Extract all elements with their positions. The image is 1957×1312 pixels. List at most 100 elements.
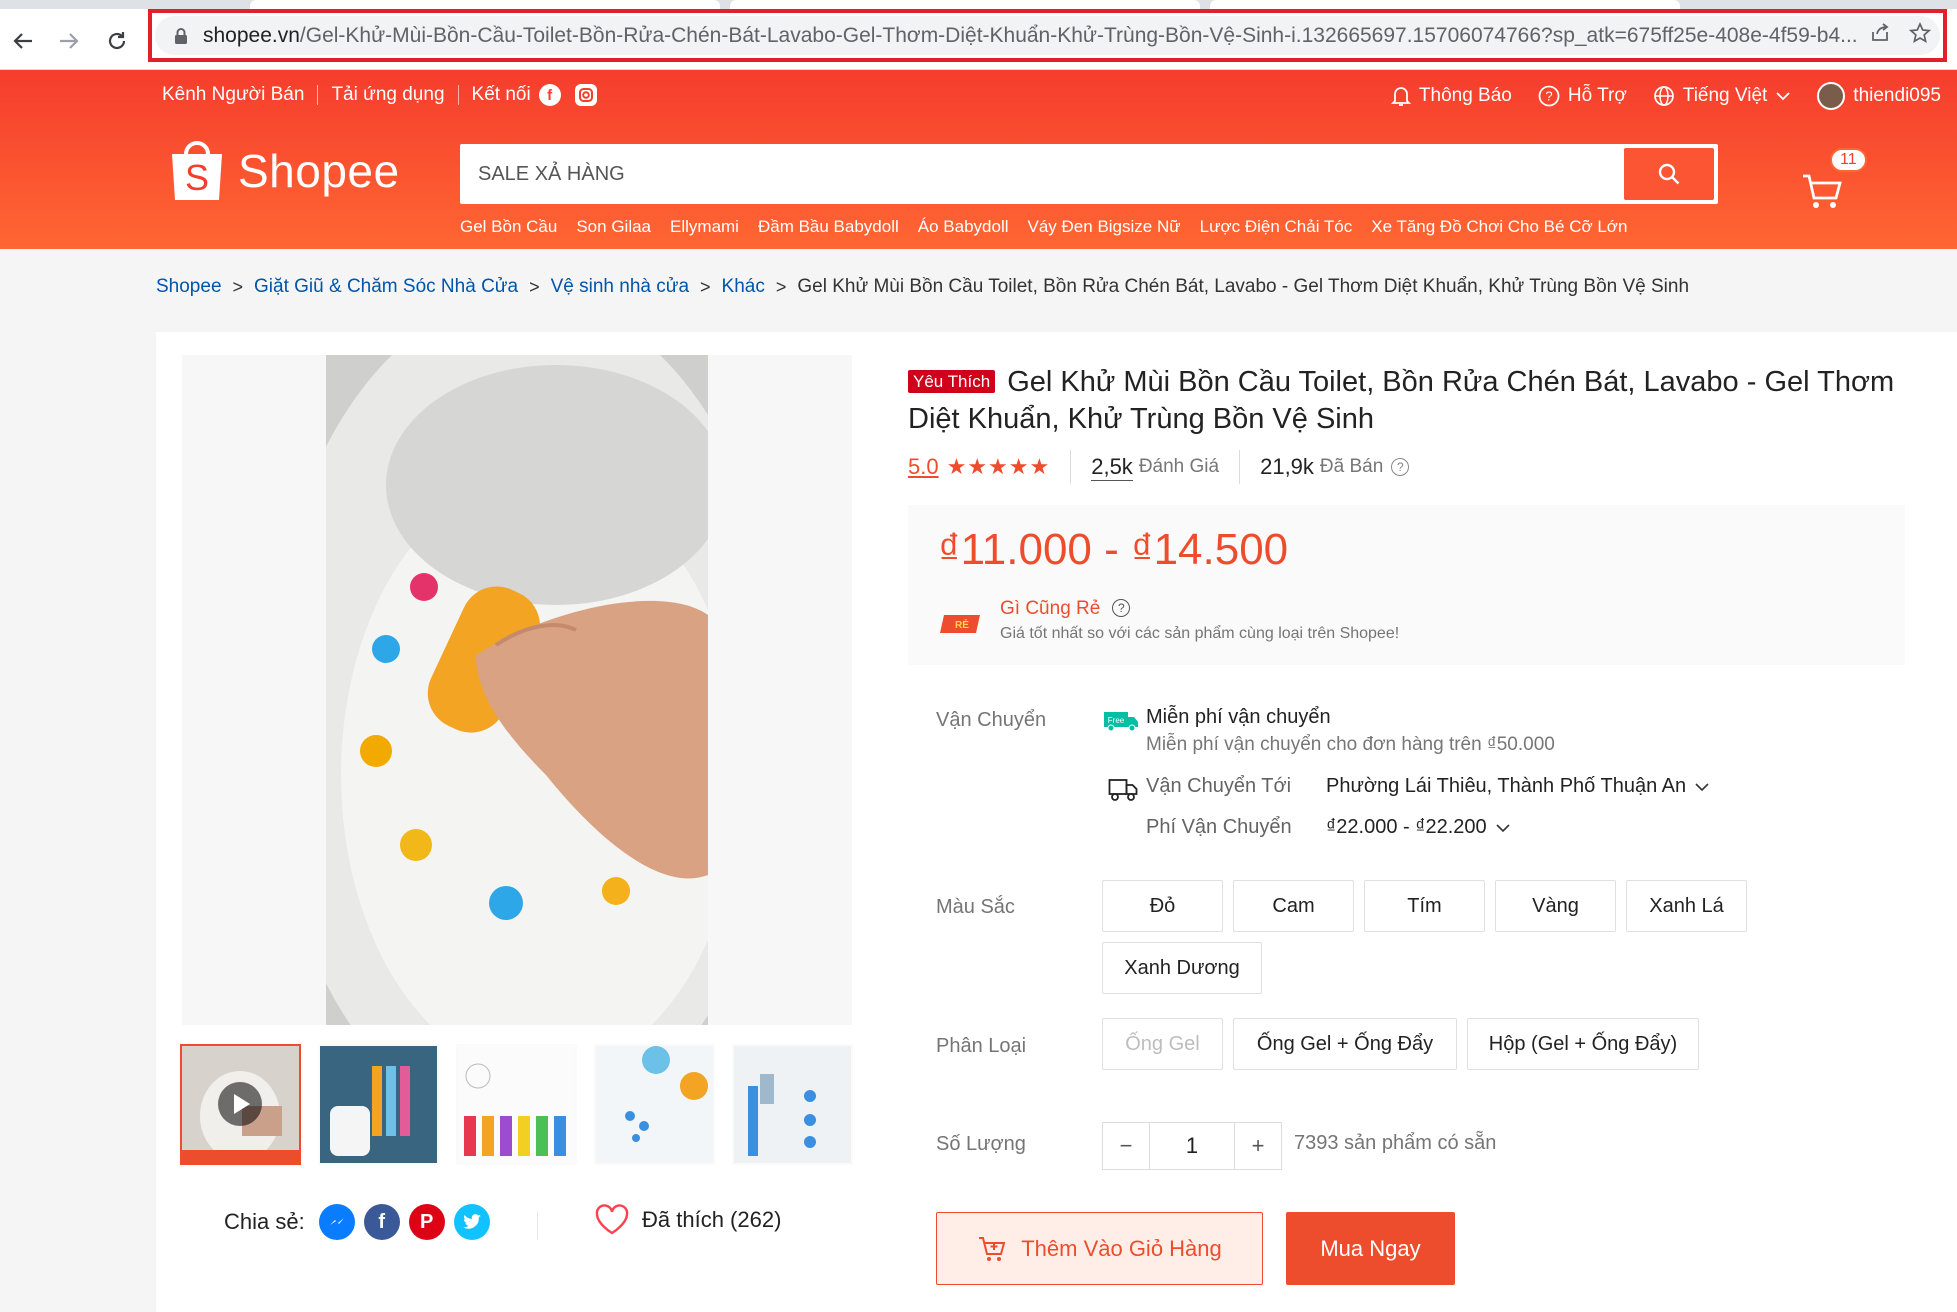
help-icon[interactable]: ? <box>1391 458 1410 476</box>
color-option[interactable]: Vàng <box>1495 880 1616 932</box>
shipping-fee-value: ₫22.000 - ₫22.200 <box>1326 816 1487 838</box>
shipping-fee-selector[interactable]: ₫22.000 - ₫22.200 <box>1326 816 1511 839</box>
instagram-icon[interactable] <box>574 84 597 106</box>
thumbnail-image <box>182 1046 299 1163</box>
decrease-quantity-button[interactable]: − <box>1103 1123 1149 1169</box>
shopee-logo[interactable]: S Shopee <box>168 138 400 204</box>
keyword-link[interactable]: Xe Tăng Đồ Chơi Cho Bé Cỡ Lớn <box>1371 217 1627 237</box>
color-options: Đỏ Cam Tím Vàng Xanh Lá Xanh Dương <box>1102 880 1802 1004</box>
add-to-cart-label: Thêm Vào Giỏ Hàng <box>1021 1235 1222 1261</box>
search-button[interactable] <box>1624 148 1714 200</box>
thumbnail[interactable] <box>732 1044 853 1165</box>
twitter-icon[interactable] <box>453 1204 490 1240</box>
divider <box>457 85 459 105</box>
color-option[interactable]: Xanh Lá <box>1626 880 1747 932</box>
add-cart-icon <box>977 1235 1007 1263</box>
cheap-badge-icon: RẺ <box>940 615 980 633</box>
product-title: Gel Khử Mùi Bồn Cầu Toilet, Bồn Rửa Chén… <box>908 366 1895 435</box>
buy-now-button[interactable]: Mua Ngay <box>1286 1212 1455 1285</box>
thumbnail[interactable] <box>456 1044 577 1165</box>
language-label: Tiếng Việt <box>1682 85 1768 106</box>
product-title-block: Yêu Thích Gel Khử Mùi Bồn Cầu Toilet, Bồn… <box>908 364 1908 438</box>
breadcrumb-link[interactable]: Khác <box>722 276 765 298</box>
breadcrumb-link[interactable]: Vệ sinh nhà cửa <box>551 276 689 298</box>
keyword-link[interactable]: Gel Bồn Cầu <box>460 217 557 237</box>
language-selector[interactable]: Tiếng Việt <box>1653 85 1792 107</box>
shipping-label: Vận Chuyển <box>936 709 1047 731</box>
color-option[interactable]: Đỏ <box>1102 880 1223 932</box>
like-button[interactable]: Đã thích (262) <box>594 1204 781 1236</box>
cheap-promo-subtitle: Giá tốt nhất so với các sản phẩm cùng lo… <box>1000 625 1400 642</box>
search-icon <box>1658 163 1680 185</box>
search-bar: SALE XẢ HÀNG <box>460 144 1718 204</box>
username: thiendi095 <box>1853 85 1941 106</box>
notifications-label: Thông Báo <box>1418 85 1512 106</box>
back-button[interactable] <box>6 24 40 58</box>
cart-button[interactable]: 11 <box>1800 148 1867 218</box>
color-option[interactable]: Xanh Dương <box>1102 942 1262 994</box>
address-bar[interactable]: shopee.vn/Gel-Khử-Mùi-Bồn-Cầu-Toilet-Bồn… <box>148 9 1947 62</box>
browser-tab[interactable] <box>1210 0 1680 9</box>
color-option[interactable]: Tím <box>1364 880 1485 932</box>
thumbnail[interactable] <box>594 1044 715 1165</box>
seller-center-link[interactable]: Kênh Người Bán <box>162 84 304 106</box>
notifications-link[interactable]: Thông Báo <box>1390 85 1512 107</box>
variant-label: Phân Loại <box>936 1035 1027 1057</box>
rating-stars-icon: ★★★★★ <box>946 454 1051 479</box>
top-nav-right: Thông Báo ? Hỗ Trợ Tiếng Việt thiendi095 <box>1365 82 1941 110</box>
product-main-image[interactable] <box>182 355 852 1025</box>
browser-chrome: shopee.vn/Gel-Khử-Mùi-Bồn-Cầu-Toilet-Bồn… <box>0 0 1957 70</box>
quantity-stepper: − 1 + <box>1102 1122 1282 1170</box>
variant-option[interactable]: Hộp (Gel + Ống Đẩy) <box>1467 1018 1699 1070</box>
reload-button[interactable] <box>100 24 134 58</box>
free-shipping-subtitle: Miễn phí vận chuyển cho đơn hàng trên ₫5… <box>1146 734 1555 755</box>
keyword-link[interactable]: Lược Điện Chải Tóc <box>1200 217 1353 237</box>
bookmark-button[interactable] <box>1900 21 1940 50</box>
facebook-icon[interactable]: f <box>538 84 561 106</box>
sold-label: Đã Bán <box>1319 456 1384 477</box>
messenger-icon[interactable] <box>318 1204 355 1240</box>
chevron-down-icon <box>1495 823 1511 833</box>
add-to-cart-button[interactable]: Thêm Vào Giỏ Hàng <box>936 1212 1263 1285</box>
increase-quantity-button[interactable]: + <box>1235 1123 1281 1169</box>
color-option[interactable]: Cam <box>1233 880 1354 932</box>
chevron-down-icon <box>1694 782 1710 792</box>
ship-to-selector[interactable]: Phường Lái Thiêu, Thành Phố Thuận An <box>1326 775 1710 798</box>
price-range: ₫11.000 - ₫14.500 <box>938 525 1289 574</box>
url-host: shopee.vn <box>203 23 300 47</box>
keyword-link[interactable]: Son Gilaa <box>576 217 651 237</box>
browser-tab[interactable] <box>730 0 1200 9</box>
breadcrumb-link[interactable]: Giặt Giũ & Chăm Sóc Nhà Cửa <box>254 276 518 298</box>
product-photo <box>326 355 708 1025</box>
url-text[interactable]: shopee.vn/Gel-Khử-Mùi-Bồn-Cầu-Toilet-Bồn… <box>203 24 1860 48</box>
shopee-bag-icon: S <box>172 141 222 200</box>
browser-tab[interactable] <box>250 0 720 9</box>
suggested-keywords: Gel Bồn Cầu Son Gilaa Ellymami Đầm Bầu B… <box>460 217 1646 237</box>
stock-available: 7393 sản phẩm có sẵn <box>1294 1132 1497 1154</box>
chevron-right-icon: > <box>529 276 540 297</box>
download-app-link[interactable]: Tải ứng dụng <box>331 84 444 106</box>
share-bar: Chia sẻ: f P <box>224 1204 490 1240</box>
share-page-button[interactable] <box>1860 22 1900 50</box>
search-input[interactable]: SALE XẢ HÀNG <box>478 144 1578 204</box>
breadcrumb-link[interactable]: Shopee <box>156 276 222 298</box>
reviews-count[interactable]: 2,5k <box>1091 454 1133 481</box>
variant-option[interactable]: Ống Gel + Ống Đẩy <box>1233 1018 1457 1070</box>
help-icon[interactable]: ? <box>1112 599 1131 617</box>
pinterest-icon[interactable]: P <box>408 1204 445 1240</box>
thumbnail[interactable] <box>318 1044 439 1165</box>
share-label: Chia sẻ: <box>224 1209 305 1234</box>
forward-button[interactable] <box>52 24 86 58</box>
support-link[interactable]: ? Hỗ Trợ <box>1538 85 1627 107</box>
keyword-link[interactable]: Áo Babydoll <box>918 217 1009 237</box>
price-box: ₫11.000 - ₫14.500 RẺ Gì Cũng Rẻ? Giá tốt… <box>908 505 1905 665</box>
keyword-link[interactable]: Ellymami <box>670 217 739 237</box>
keyword-link[interactable]: Đầm Bầu Babydoll <box>758 217 899 237</box>
user-account[interactable]: thiendi095 <box>1817 82 1941 110</box>
rating-value[interactable]: 5.0 <box>908 454 939 480</box>
facebook-share-icon[interactable]: f <box>363 1204 400 1240</box>
keyword-link[interactable]: Váy Đen Bigsize Nữ <box>1028 217 1181 237</box>
thumbnail-video[interactable] <box>180 1044 301 1165</box>
quantity-input[interactable]: 1 <box>1149 1123 1235 1169</box>
cheap-promo-title[interactable]: Gì Cũng Rẻ? <box>1000 598 1131 620</box>
